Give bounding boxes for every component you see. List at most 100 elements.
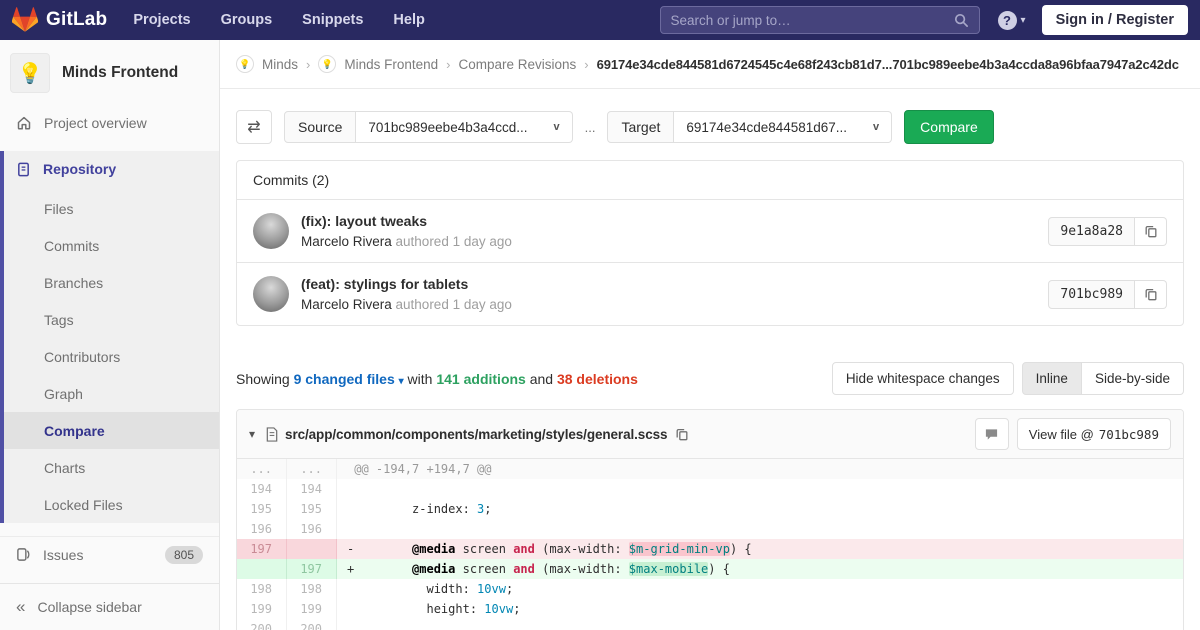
commit-title-link[interactable]: (feat): stylings for tablets — [301, 276, 512, 292]
diff-old-line-number[interactable]: ... — [237, 459, 287, 479]
view-file-button[interactable]: View file @ 701bc989 — [1017, 418, 1171, 450]
diff-new-line-number[interactable] — [287, 539, 337, 559]
diff-new-line-number[interactable]: 198 — [287, 579, 337, 599]
menu-projects[interactable]: Projects — [133, 12, 190, 28]
compare-button[interactable]: Compare — [904, 110, 994, 144]
copy-sha-button[interactable] — [1135, 217, 1167, 246]
breadcrumb-group[interactable]: Minds — [262, 57, 298, 72]
diff-new-line-number[interactable]: 194 — [287, 479, 337, 499]
commit-author-link[interactable]: Marcelo Rivera — [301, 234, 392, 249]
breadcrumb-compare-revisions[interactable]: Compare Revisions — [459, 57, 577, 72]
sidebar-item-tags[interactable]: Tags — [4, 301, 219, 338]
collapse-file-caret-icon[interactable]: ▾ — [249, 427, 255, 441]
commit-author-avatar[interactable] — [253, 213, 289, 249]
commit-author-avatar[interactable] — [253, 276, 289, 312]
breadcrumb-project[interactable]: Minds Frontend — [344, 57, 438, 72]
diff-old-line-number[interactable]: 194 — [237, 479, 287, 499]
diff-old-line-number[interactable]: 198 — [237, 579, 287, 599]
help-dropdown[interactable]: ? ▾ — [998, 11, 1026, 30]
code-token: ; — [513, 602, 520, 616]
copy-path-button[interactable] — [675, 427, 689, 441]
commit-authored-ago: authored 1 day ago — [392, 234, 512, 249]
brand-name: GitLab — [46, 9, 107, 31]
commit-sha[interactable]: 701bc989 — [1048, 280, 1135, 309]
sidebar-item-contributors[interactable]: Contributors — [4, 338, 219, 375]
diff-code-line — [337, 619, 1183, 630]
project-header[interactable]: 💡 Minds Frontend — [0, 40, 219, 93]
gitlab-brand[interactable]: GitLab — [12, 7, 107, 33]
main-content: 💡 Minds › 💡 Minds Frontend › Compare Rev… — [220, 40, 1200, 630]
diff-new-line-number[interactable]: 197 — [287, 559, 337, 579]
home-icon — [16, 115, 32, 131]
code-token: ) { — [708, 562, 730, 576]
diff-new-line-number[interactable]: 200 — [287, 619, 337, 630]
menu-snippets[interactable]: Snippets — [302, 12, 363, 28]
menu-groups[interactable]: Groups — [221, 12, 273, 28]
diff-old-line-number[interactable]: 200 — [237, 619, 287, 630]
diff-new-line-number[interactable]: 199 — [287, 599, 337, 619]
issues-count-badge: 805 — [165, 546, 203, 564]
diff-old-line-number[interactable]: 196 — [237, 519, 287, 539]
source-ref-dropdown[interactable]: 701bc989eebe4b3a4ccd... v — [356, 111, 572, 143]
code-token: @media — [412, 542, 455, 556]
changed-files-dropdown[interactable]: 9 changed files ▾ — [294, 371, 404, 387]
hide-whitespace-button[interactable]: Hide whitespace changes — [832, 362, 1014, 395]
diff-old-line-number[interactable]: 199 — [237, 599, 287, 619]
commit-title-link[interactable]: (fix): layout tweaks — [301, 213, 512, 229]
breadcrumb: 💡 Minds › 💡 Minds Frontend › Compare Rev… — [220, 40, 1200, 89]
double-chevron-left-icon: « — [16, 597, 25, 617]
diff-old-line-number[interactable]: 197 — [237, 539, 287, 559]
sign-in-register-button[interactable]: Sign in / Register — [1042, 5, 1188, 35]
diff-file-path[interactable]: src/app/common/components/marketing/styl… — [285, 427, 667, 442]
document-icon — [16, 162, 31, 177]
diff-new-line-number[interactable]: 196 — [287, 519, 337, 539]
sidebar-item-branches[interactable]: Branches — [4, 264, 219, 301]
commit-row: (feat): stylings for tablets Marcelo Riv… — [237, 262, 1183, 325]
sidebar-item-label: Repository — [43, 161, 116, 177]
search-input[interactable] — [671, 13, 954, 28]
sidebar-item-graph[interactable]: Graph — [4, 375, 219, 412]
diff-new-line-number[interactable]: ... — [287, 459, 337, 479]
side-by-side-view-button[interactable]: Side-by-side — [1082, 362, 1184, 395]
copy-sha-button[interactable] — [1135, 280, 1167, 309]
sidebar-item-compare[interactable]: Compare — [4, 412, 219, 449]
toggle-comments-button[interactable] — [975, 418, 1009, 450]
inline-view-button[interactable]: Inline — [1022, 362, 1082, 395]
code-token: @media — [412, 562, 455, 576]
commit-author-link[interactable]: Marcelo Rivera — [301, 297, 392, 312]
diff-old-line-number[interactable]: 195 — [237, 499, 287, 519]
swap-revisions-button[interactable]: ⇄ — [236, 110, 272, 144]
target-ref-group: Target 69174e34cde844581d67... v — [607, 111, 892, 143]
sidebar-item-files[interactable]: Files — [4, 190, 219, 227]
copy-icon — [1144, 287, 1158, 301]
repository-section: Repository Files Commits Branches Tags C… — [0, 151, 219, 523]
question-icon: ? — [998, 11, 1017, 30]
sidebar-item-commits[interactable]: Commits — [4, 227, 219, 264]
source-ref-group: Source 701bc989eebe4b3a4ccd... v — [284, 111, 573, 143]
sidebar-item-locked-files[interactable]: Locked Files — [4, 486, 219, 523]
diff-code-line: height: 10vw; — [337, 599, 1183, 619]
code-token: and — [513, 562, 535, 576]
code-token: ) { — [730, 542, 752, 556]
project-name: Minds Frontend — [62, 64, 178, 82]
chevron-down-icon: ▾ — [1021, 15, 1026, 26]
diff-old-line-number[interactable] — [237, 559, 287, 579]
sidebar-item-issues[interactable]: Issues 805 — [0, 536, 219, 572]
menu-help[interactable]: Help — [393, 12, 424, 28]
project-avatar: 💡 — [10, 53, 50, 93]
target-ref-dropdown[interactable]: 69174e34cde844581d67... v — [674, 111, 892, 143]
code-token: ; — [484, 502, 491, 516]
sidebar-item-repository[interactable]: Repository — [4, 151, 219, 187]
swap-icon: ⇄ — [247, 117, 260, 137]
sidebar-item-project-overview[interactable]: Project overview — [0, 105, 219, 141]
commit-sha[interactable]: 9e1a8a28 — [1048, 217, 1135, 246]
showing-label: Showing — [236, 371, 294, 387]
gitlab-tanuki-icon — [12, 7, 38, 33]
diff-new-line-number[interactable]: 195 — [287, 499, 337, 519]
diff-line: 195195 z-index: 3; — [237, 499, 1183, 519]
diff-line: 198198 width: 10vw; — [237, 579, 1183, 599]
collapse-sidebar-button[interactable]: « Collapse sidebar — [0, 583, 219, 630]
global-search[interactable] — [660, 6, 980, 34]
sidebar-item-charts[interactable]: Charts — [4, 449, 219, 486]
additions-count: 141 additions — [436, 371, 525, 387]
